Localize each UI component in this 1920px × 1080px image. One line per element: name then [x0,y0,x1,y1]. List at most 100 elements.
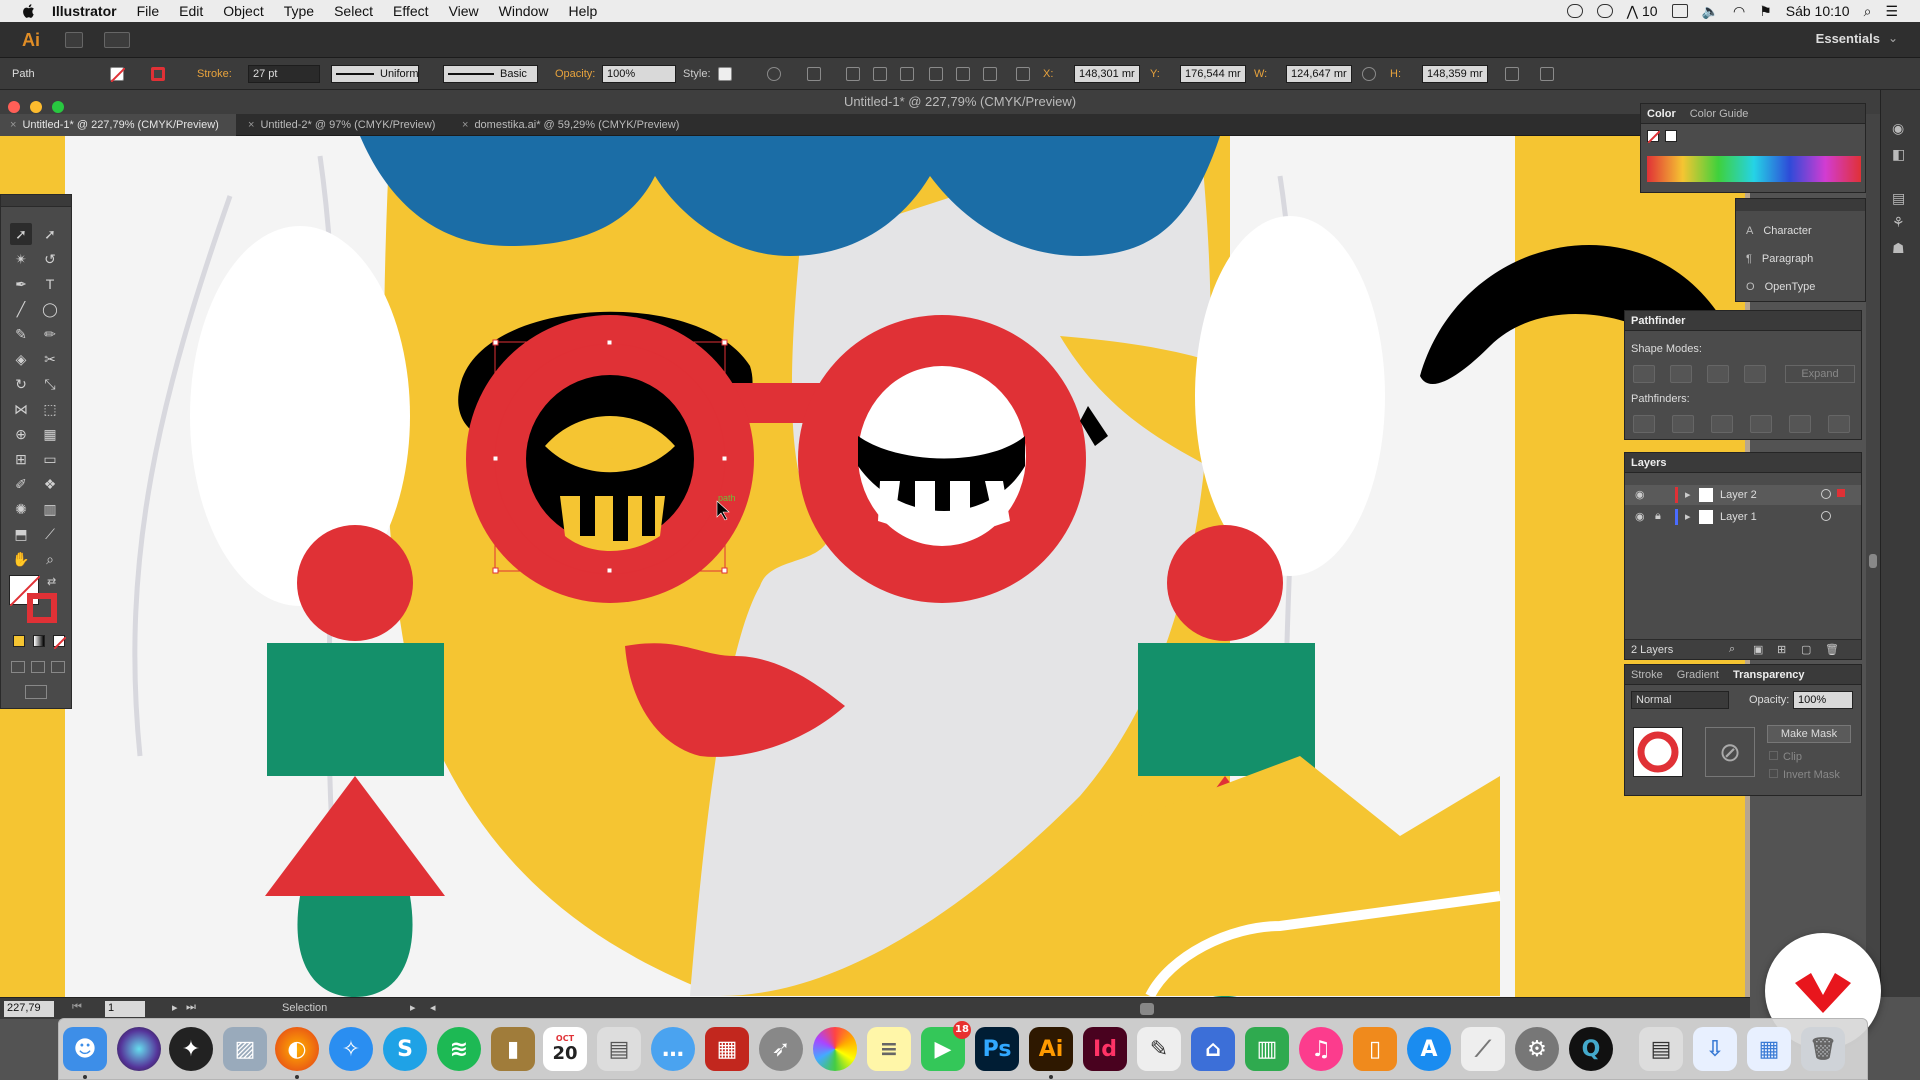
brush-definition-select[interactable]: Basic [443,65,538,83]
calendar-icon[interactable]: OCT 20 [543,1027,587,1071]
tab-untitled-2[interactable]: × Untitled-2* @ 97% (CMYK/Preview) [238,114,448,136]
menu-type[interactable]: Type [284,3,314,19]
photo-booth-icon[interactable]: ▦ [705,1027,749,1071]
notes-icon[interactable]: ≡ [867,1027,911,1071]
width-tool-icon[interactable]: ⋈ [10,398,32,420]
menu-select[interactable]: Select [334,3,373,19]
menu-view[interactable]: View [449,3,479,19]
menu-effect[interactable]: Effect [393,3,429,19]
unite-button[interactable] [1633,365,1655,383]
app-menu[interactable]: Illustrator [52,3,117,19]
close-icon[interactable]: × [462,119,468,131]
align-center-icon[interactable] [873,67,887,81]
minus-back-button[interactable] [1828,415,1850,433]
constrain-proportions-icon[interactable] [1362,67,1376,81]
screen-mode-icon[interactable] [25,685,47,699]
target-icon[interactable] [1821,489,1831,499]
w-field[interactable]: 124,647 mr [1286,65,1352,83]
close-window-button[interactable] [8,101,20,113]
object-thumbnail[interactable] [1633,727,1683,777]
zoom-level-field[interactable]: 227,79 [4,1001,54,1017]
right-earring-rect[interactable] [1138,643,1315,776]
crop-button[interactable] [1750,415,1772,433]
pen-tool-icon[interactable]: ✒ [10,273,32,295]
opacity-field[interactable]: 100% [602,65,676,83]
notefile-icon[interactable]: ▮ [491,1027,535,1071]
illustration[interactable]: path [0,136,1750,997]
ellipse-tool-icon[interactable]: ◯ [39,298,61,320]
lock-icon[interactable]: 🔒︎ [1655,510,1661,523]
white-swatch-icon[interactable] [1665,130,1677,142]
tab-stroke[interactable]: Stroke [1631,669,1663,681]
ibooks-icon[interactable]: ▯ [1353,1027,1397,1071]
apple-icon[interactable] [20,2,38,20]
numbers-icon[interactable]: ▥ [1245,1027,1289,1071]
illustrator-icon[interactable]: Ai [1029,1027,1073,1071]
adobe-status[interactable]: ⋀ 10 [1627,3,1658,20]
next-artboard-icon[interactable]: ▸ [172,1001,178,1014]
close-icon[interactable]: × [10,119,16,131]
stroke-color-swatch[interactable] [27,593,57,623]
stroke-weight-field[interactable]: 27 pt [248,65,320,83]
draw-inside-icon[interactable] [51,661,65,673]
system-preferences-icon[interactable]: ⚙ [1515,1027,1559,1071]
type-panels-header[interactable] [1736,199,1865,211]
blend-mode-select[interactable]: Normal [1631,691,1729,709]
align-top-icon[interactable] [929,67,943,81]
first-artboard-icon[interactable]: ⏮ [72,1001,82,1014]
symbols-panel-icon[interactable]: ⚘ [1892,214,1910,230]
bridge-icon[interactable] [65,32,83,48]
x-field[interactable]: 148,301 mr [1074,65,1140,83]
fill-swatch-icon[interactable] [110,67,126,83]
merge-button[interactable] [1711,415,1733,433]
layer-row[interactable]: ◉ 🔒︎ ▸ Layer 1 [1625,507,1861,527]
layer-name[interactable]: Layer 2 [1720,489,1757,501]
vertical-scrollbar[interactable] [1866,114,1880,997]
graphic-style-swatch[interactable] [718,67,732,81]
tab-color[interactable]: Color [1647,108,1676,120]
mask-thumbnail-icon[interactable]: ⊘ [1705,727,1755,777]
keynote-icon[interactable]: ⌂ [1191,1027,1235,1071]
status-menu-icon[interactable]: ▸ [410,1001,416,1014]
expand-button[interactable]: Expand [1785,365,1855,383]
menu-help[interactable]: Help [568,3,597,19]
quicktime-icon[interactable]: Q [1569,1027,1613,1071]
tab-color-guide[interactable]: Color Guide [1690,108,1749,120]
align-bottom-icon[interactable] [983,67,997,81]
hand-tool-icon[interactable]: ✋ [10,548,32,570]
chevron-down-icon[interactable]: ⌄ [1888,31,1898,45]
menu-window[interactable]: Window [499,3,549,19]
flag-icon[interactable]: ⚑ [1759,3,1772,20]
gradient-mode-icon[interactable] [33,635,45,647]
rotate-tool-icon[interactable]: ↻ [10,373,32,395]
outline-button[interactable] [1789,415,1811,433]
symbol-sprayer-tool-icon[interactable]: ✺ [10,498,32,520]
color-spectrum[interactable] [1647,156,1861,182]
delete-layer-icon[interactable]: 🗑︎ [1825,643,1839,656]
siri-icon[interactable] [117,1027,161,1071]
type-tool-icon[interactable]: T [39,273,61,295]
color-mode-icon[interactable] [13,635,25,647]
eyedropper-tool-icon[interactable]: ✐ [10,473,32,495]
finder-icon[interactable]: ☻ [63,1027,107,1071]
paintbrush-tool-icon[interactable]: ✎ [10,323,32,345]
image-capture-icon[interactable]: ▤ [597,1027,641,1071]
photoshop-icon[interactable]: Ps [975,1027,1019,1071]
scrollbar-thumb[interactable] [1869,554,1877,568]
arrange-documents-icon[interactable] [104,32,130,48]
workspace-switcher[interactable]: Essentials [1816,31,1880,46]
trim-button[interactable] [1672,415,1694,433]
column-graph-tool-icon[interactable]: ▥ [39,498,61,520]
perspective-grid-tool-icon[interactable]: ▦ [39,423,61,445]
rocket-icon[interactable]: ➶ [759,1027,803,1071]
align-left-icon[interactable] [846,67,860,81]
align-to-icon[interactable] [807,67,821,81]
expand-triangle-icon[interactable]: ▸ [1685,510,1691,523]
pathfinder-header[interactable]: Pathfinder [1625,311,1861,331]
photos-icon[interactable] [813,1027,857,1071]
tab-domestika[interactable]: × domestika.ai* @ 59,29% (CMYK/Preview) [452,114,692,136]
artboard-tool-icon[interactable]: ⬒ [10,523,32,545]
appearance-panel-icon[interactable]: ☗ [1892,240,1910,256]
align-right-icon[interactable] [900,67,914,81]
scroll-left-icon[interactable]: ◂ [430,1001,436,1014]
